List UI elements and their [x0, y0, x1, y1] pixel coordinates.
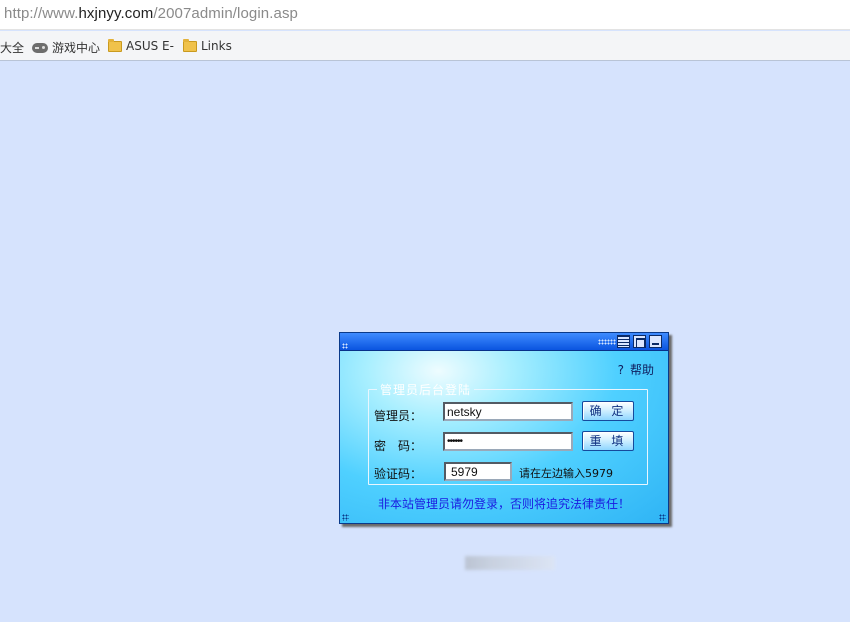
folder-icon — [108, 38, 122, 52]
maximize-icon[interactable] — [633, 335, 646, 348]
grip-icon — [342, 343, 348, 349]
username-field[interactable]: netsky — [443, 402, 573, 421]
address-bar[interactable]: http://www.hxjnyy.com/2007admin/login.as… — [0, 0, 850, 30]
panel-titlebar — [340, 333, 668, 351]
menu-icon[interactable] — [617, 335, 630, 348]
gamepad-icon — [32, 42, 48, 53]
password-label: 密 码： — [374, 439, 423, 453]
help-label: 帮助 — [629, 363, 654, 377]
url-scheme: http://www. — [4, 5, 79, 22]
username-label: 管理员： — [374, 409, 423, 423]
bookmarks-bar: 大全 游戏中心 ASUS E- Links — [0, 31, 850, 61]
url-host: hxjnyy.com — [78, 5, 154, 22]
bookmark-game-center[interactable]: 游戏中心 — [32, 39, 100, 56]
grip-dots-icon — [598, 339, 616, 345]
resize-grip-icon — [342, 514, 349, 521]
bookmark-links[interactable]: Links — [183, 38, 232, 53]
bookmark-label: 游戏中心 — [52, 41, 101, 55]
captcha-label: 验证码： — [374, 467, 423, 481]
bookmark-label: Links — [201, 39, 232, 53]
help-icon: ? — [617, 363, 624, 377]
password-field[interactable]: •••••• — [443, 432, 573, 451]
login-panel: ? 帮助 管理员后台登陆 管理员： netsky 确 定 密 码： •••••• … — [339, 332, 669, 524]
help-link[interactable]: ? 帮助 — [618, 361, 654, 378]
bookmark-daquan[interactable]: 大全 — [0, 39, 24, 56]
reset-button[interactable]: 重 填 — [582, 431, 634, 451]
confirm-button[interactable]: 确 定 — [582, 401, 634, 421]
url-text[interactable]: http://www.hxjnyy.com/2007admin/login.as… — [4, 5, 298, 22]
bookmark-asus[interactable]: ASUS E- — [108, 38, 174, 53]
login-legend: 管理员后台登陆 — [380, 383, 472, 397]
url-path: /2007admin/login.asp — [153, 5, 298, 22]
folder-icon — [183, 38, 197, 52]
resize-grip-icon[interactable] — [659, 514, 666, 521]
bookmark-label: 大全 — [0, 41, 25, 55]
captcha-field[interactable]: 5979 — [444, 462, 512, 481]
warning-text: 非本站管理员请勿登录，否则将追究法律责任！ — [377, 497, 630, 511]
minimize-icon[interactable] — [649, 335, 662, 348]
blurred-region — [465, 556, 555, 570]
bookmark-label: ASUS E- — [126, 39, 174, 53]
captcha-hint: 请在左边输入5979 — [519, 467, 613, 480]
